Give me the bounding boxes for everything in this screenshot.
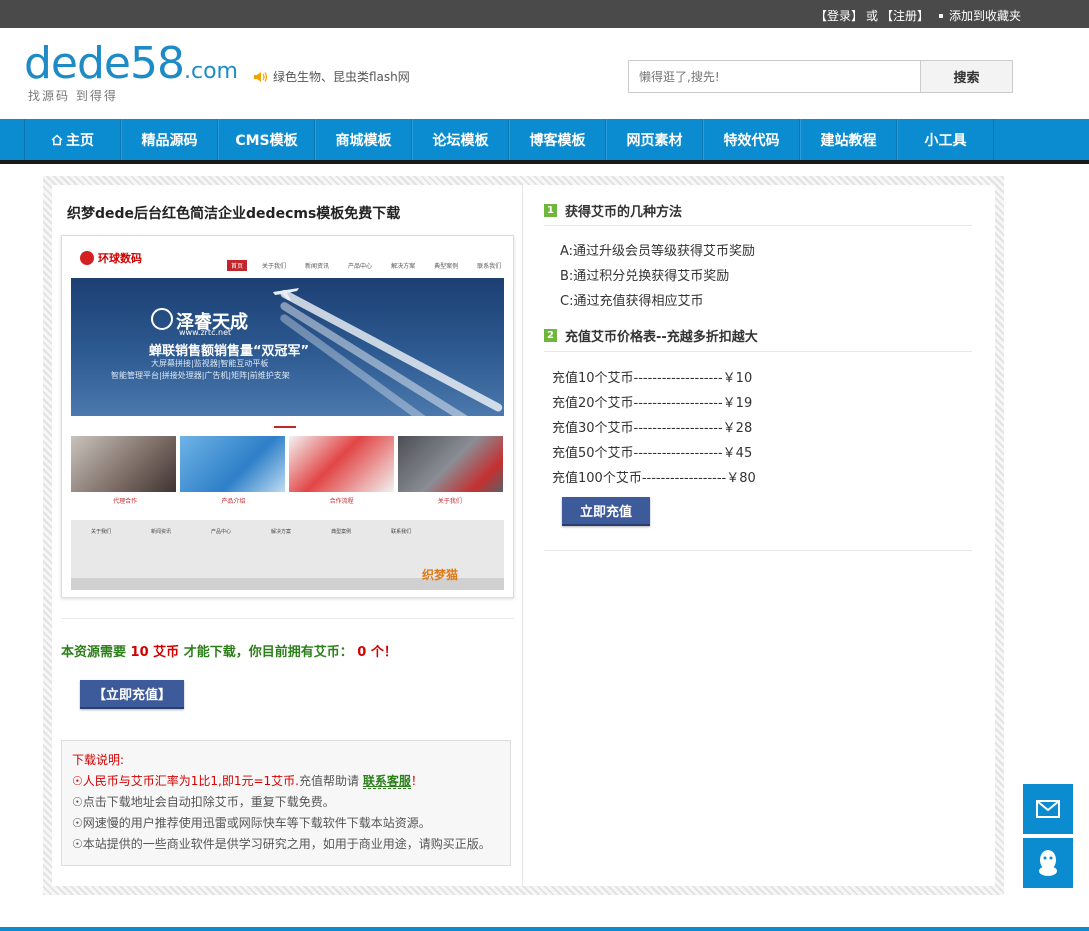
price-row: 充值30个艾币-------------------￥28 [552, 417, 752, 436]
notice-line-3: ☉网速慢的用户推荐使用迅雷或网际快车等下载软件下载本站资源。 [72, 813, 500, 834]
slogan-text: 绿色生物、昆虫类flash网 [273, 68, 410, 85]
preview-menu: 首页 关于我们 新闻资讯 产品中心 解决方案 典型案例 联系我们 [227, 260, 505, 271]
top-bar: 【登录】 或 【注册】 添加到收藏夹 [0, 0, 1089, 28]
mail-float-button[interactable] [1023, 784, 1073, 834]
nav-item-source[interactable]: 精品源码 [121, 119, 218, 160]
price-row: 充值50个艾币-------------------￥45 [552, 442, 752, 461]
required-coins: 10 艾币 [131, 645, 180, 660]
search-input[interactable] [628, 60, 921, 93]
contact-support-link[interactable]: 联系客服 [363, 774, 411, 789]
header: dede58.com 找源码 到得得 绿色生物、昆虫类flash网 搜索 [0, 28, 1089, 119]
method-a: A:通过升级会员等级获得艾币奖励 [560, 240, 755, 259]
nav-item-assets[interactable]: 网页素材 [606, 119, 703, 160]
download-notice: 下载说明: ☉人民币与艾币汇率为1比1,即1元=1艾币.充值帮助请 联系客服！ … [61, 740, 511, 866]
search-button[interactable]: 搜索 [921, 60, 1013, 93]
nav-item-tutorials[interactable]: 建站教程 [800, 119, 897, 160]
preview-thumb-labels: 代理合作 产品介绍 合作流程 关于我们 [71, 496, 504, 505]
mail-icon [1036, 800, 1060, 818]
nav-item-forum[interactable]: 论坛模板 [412, 119, 509, 160]
footer-line [0, 927, 1089, 931]
nav-item-effects[interactable]: 特效代码 [703, 119, 800, 160]
nav-item-cms[interactable]: CMS模板 [218, 119, 315, 160]
slogan[interactable]: 绿色生物、昆虫类flash网 [254, 68, 410, 85]
register-link[interactable]: 【注册】 [881, 7, 929, 24]
main-nav: 主页 精品源码 CMS模板 商城模板 论坛模板 博客模板 网页素材 特效代码 建… [0, 119, 1089, 164]
login-link[interactable]: 【登录】 [815, 7, 863, 24]
content-panel: 织梦dede后台红色简洁企业dedecms模板免费下载 环球数码 首页 关于我们… [52, 185, 995, 886]
logo-subtitle: 找源码 到得得 [28, 87, 118, 104]
square-bullet-icon [939, 14, 943, 18]
content-frame: 织梦dede后台红色简洁企业dedecms模板免费下载 环球数码 首页 关于我们… [43, 176, 1004, 895]
method-c: C:通过充值获得相应艾币 [560, 290, 703, 309]
template-preview-image[interactable]: 环球数码 首页 关于我们 新闻资讯 产品中心 解决方案 典型案例 联系我们 [61, 235, 514, 598]
notice-line-4: ☉本站提供的一些商业软件是供学习研究之用，如用于商业用途，请购买正版。 [72, 834, 500, 855]
recharge-button[interactable]: 立即充值 [562, 497, 650, 526]
section-title: 充值艾币价格表--充越多折扣越大 [565, 326, 758, 345]
preview-watermark: 织梦猫 [422, 566, 458, 583]
price-row: 充值10个艾币-------------------￥10 [552, 367, 752, 386]
section-title: 获得艾币的几种方法 [565, 201, 682, 220]
section-price-table: 2 充值艾币价格表--充越多折扣越大 [544, 326, 758, 345]
search-box: 搜索 [628, 60, 1013, 93]
separator [61, 618, 514, 619]
speaker-icon [254, 71, 268, 83]
download-requirement: 本资源需要 10 艾币 才能下载，你目前拥有艾币： 0 个！ [61, 641, 397, 660]
nav-item-blog[interactable]: 博客模板 [509, 119, 606, 160]
notice-line-1: ☉人民币与艾币汇率为1比1,即1元=1艾币.充值帮助请 联系客服！ [72, 771, 500, 792]
recharge-now-button[interactable]: 【立即充值】 [80, 680, 184, 709]
add-favorite-link[interactable]: 添加到收藏夹 [949, 7, 1021, 24]
section-divider [544, 225, 972, 226]
qq-float-button[interactable] [1023, 838, 1073, 888]
notice-title: 下载说明: [72, 750, 500, 771]
section-earn-coins: 1 获得艾币的几种方法 [544, 201, 682, 220]
preview-brand: 环球数码 [80, 250, 142, 266]
preview-thumbnails [71, 436, 503, 492]
home-icon [51, 134, 63, 146]
step-number-1: 1 [544, 204, 557, 217]
nav-item-tools[interactable]: 小工具 [897, 119, 994, 160]
qq-penguin-icon [1036, 849, 1060, 877]
price-row: 充值20个艾币-------------------￥19 [552, 392, 752, 411]
preview-banner: 泽睿天成 www.zrtc.net 蝉联销售额销售量“双冠军” 大屏幕拼接|监视… [71, 278, 504, 416]
logo-tld: .com [184, 59, 238, 84]
page-title: 织梦dede后台红色简洁企业dedecms模板免费下载 [67, 203, 400, 223]
notice-line-2: ☉点击下载地址会自动扣除艾币，重复下载免费。 [72, 792, 500, 813]
price-row: 充值100个艾币------------------￥80 [552, 467, 756, 486]
method-b: B:通过积分兑换获得艾币奖励 [560, 265, 729, 284]
nav-item-label: 主页 [66, 130, 94, 150]
owned-coins: 0 个！ [357, 645, 397, 660]
site-logo[interactable]: dede58.com 找源码 到得得 [24, 42, 239, 102]
nav-item-shop[interactable]: 商城模板 [315, 119, 412, 160]
airplane-icon [271, 282, 301, 302]
column-divider [522, 185, 523, 886]
section-divider [544, 351, 972, 352]
section-divider [544, 550, 972, 551]
step-number-2: 2 [544, 329, 557, 342]
or-text: 或 [866, 7, 878, 24]
nav-item-home[interactable]: 主页 [24, 119, 121, 160]
logo-word: dede58 [24, 38, 184, 89]
